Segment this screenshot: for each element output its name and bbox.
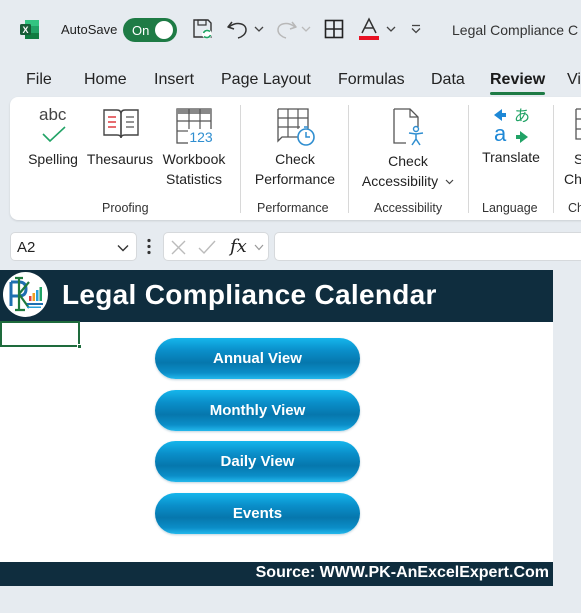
monthly-view-button[interactable]: Monthly View (155, 390, 360, 431)
title-bar: X AutoSave On Legal Compliance C (0, 0, 581, 60)
ribbon-tabs: File Home Insert Page Layout Formulas Da… (0, 60, 581, 96)
check-accessibility-label-wrap: Accessibility (356, 171, 460, 191)
check-performance-button[interactable]: Check Performance (248, 101, 342, 191)
tab-formulas[interactable]: Formulas (338, 71, 405, 89)
cancel-icon[interactable] (171, 240, 186, 255)
undo-icon[interactable] (226, 16, 250, 42)
thesaurus-icon (103, 109, 139, 139)
ribbon-review: abc Spelling Thesaurus 123 Workbook Stat… (10, 97, 581, 220)
selected-cell-a2[interactable] (0, 321, 82, 349)
show-changes-icon (575, 108, 581, 140)
spelling-icon-text: abc (39, 105, 67, 124)
group-label-changes: Ch (568, 201, 581, 215)
check-accessibility-icon (393, 108, 424, 146)
redo-icon[interactable] (274, 16, 298, 42)
thesaurus-button[interactable]: Thesaurus (86, 101, 154, 191)
annual-view-button[interactable]: Annual View (155, 338, 360, 379)
group-separator (553, 105, 554, 213)
borders-icon[interactable] (323, 16, 345, 42)
name-box-value: A2 (17, 239, 36, 256)
svg-text:123: 123 (189, 129, 213, 145)
translate-label: Translate (482, 149, 540, 165)
translate-icon: あ a (494, 107, 530, 145)
spelling-button[interactable]: abc Spelling (20, 101, 86, 191)
source-text: Source: WWW.PK-AnExcelExpert.Com (255, 564, 549, 581)
document-title: Legal Compliance C (452, 22, 579, 38)
workbook-statistics-label-1: Workbook (162, 151, 226, 167)
chevron-down-icon[interactable] (254, 244, 264, 251)
fill-handle[interactable] (77, 344, 82, 349)
show-changes-button[interactable]: S Ch (562, 101, 581, 191)
pk-logo-icon (3, 272, 48, 317)
tab-review-label: Review (490, 71, 546, 88)
autosave-state: On (132, 23, 150, 38)
check-accessibility-button[interactable]: Check Accessibility (356, 101, 460, 193)
worksheet[interactable]: Legal Compliance Calendar Annual View Mo… (0, 270, 553, 586)
autosave-label: AutoSave (61, 22, 118, 37)
more-options-icon[interactable] (146, 238, 152, 255)
check-performance-icon (277, 108, 315, 146)
redo-dropdown-icon[interactable] (300, 16, 312, 42)
spelling-label: Spelling (28, 151, 78, 167)
thesaurus-label: Thesaurus (86, 151, 154, 167)
enter-icon[interactable] (198, 240, 216, 255)
chevron-down-icon (445, 179, 454, 185)
formula-controls: fx (163, 232, 269, 261)
chevron-down-icon[interactable] (117, 244, 129, 252)
check-performance-label-2: Performance (254, 171, 336, 187)
workbook-statistics-button[interactable]: 123 Workbook Statistics (156, 101, 232, 191)
font-color-icon[interactable] (358, 16, 380, 42)
save-icon[interactable] (192, 16, 214, 42)
undo-dropdown-icon[interactable] (253, 16, 265, 42)
name-box[interactable]: A2 (10, 232, 137, 261)
dashboard-header: Legal Compliance Calendar (0, 270, 553, 322)
workbook-statistics-label-2: Statistics (165, 171, 222, 187)
svg-text:あ: あ (514, 107, 530, 125)
excel-logo-icon[interactable]: X (19, 19, 40, 40)
group-separator (468, 105, 469, 213)
formula-bar: A2 fx (0, 226, 581, 266)
group-label-language: Language (482, 201, 538, 215)
dashboard-title: Legal Compliance Calendar (62, 279, 437, 310)
svg-text:a: a (494, 121, 507, 145)
tab-review[interactable]: Review (490, 71, 546, 95)
show-changes-label-1: S (574, 151, 581, 167)
group-label-accessibility: Accessibility (374, 201, 443, 215)
formula-input[interactable] (274, 232, 581, 261)
font-color-dropdown-icon[interactable] (385, 16, 397, 42)
insert-function-icon[interactable]: fx (230, 236, 247, 257)
check-accessibility-label-1: Check (388, 153, 428, 169)
tab-data[interactable]: Data (431, 71, 465, 89)
tab-file[interactable]: File (26, 71, 52, 89)
tab-view[interactable]: Vi (567, 71, 581, 89)
check-accessibility-label-2: Accessibility (361, 173, 439, 189)
group-label-proofing: Proofing (102, 201, 149, 215)
group-separator (240, 105, 241, 213)
daily-view-button[interactable]: Daily View (155, 441, 360, 482)
tab-page-layout[interactable]: Page Layout (221, 71, 311, 89)
spelling-icon: abc (20, 105, 86, 145)
group-separator (348, 105, 349, 213)
workbook-statistics-icon: 123 (176, 108, 214, 145)
tab-home[interactable]: Home (84, 71, 127, 89)
events-button[interactable]: Events (155, 493, 360, 534)
check-performance-label-1: Check (275, 151, 315, 167)
tab-insert[interactable]: Insert (154, 71, 194, 89)
translate-button[interactable]: あ a Translate (474, 101, 548, 191)
customize-qat-icon[interactable] (409, 16, 423, 42)
svg-text:X: X (22, 25, 28, 35)
active-tab-indicator (490, 92, 546, 95)
dashboard-footer: Source: WWW.PK-AnExcelExpert.Com (0, 562, 553, 586)
autosave-toggle[interactable]: On (123, 18, 177, 42)
show-changes-label-2: Ch (564, 171, 581, 187)
group-label-performance: Performance (257, 201, 329, 215)
toggle-knob (155, 21, 173, 39)
